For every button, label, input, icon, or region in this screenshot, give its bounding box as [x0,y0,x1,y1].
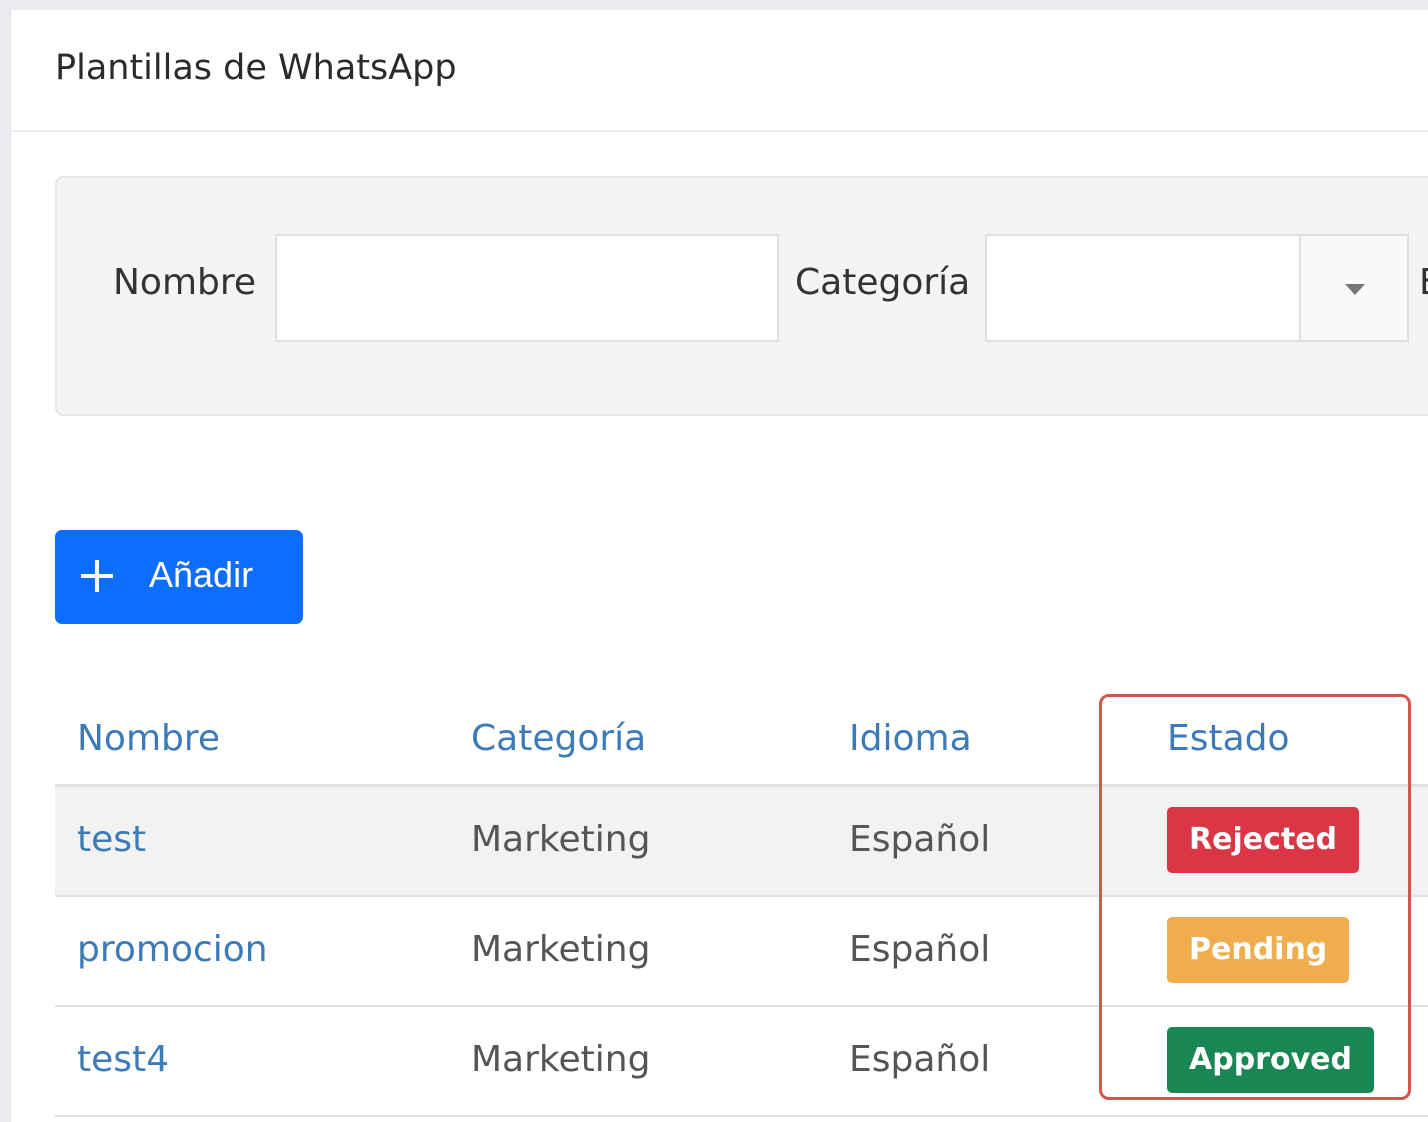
panel-header: Plantillas de WhatsApp [11,10,1428,132]
plus-icon [81,560,113,592]
templates-panel: Plantillas de WhatsApp Nombre Categoría … [10,10,1428,1122]
table-row: promocion Marketing Español Pending [55,897,1428,1007]
template-language: Español [849,819,991,860]
status-badge: Rejected [1167,807,1360,873]
template-category: Marketing [471,1039,651,1080]
template-name-link[interactable]: test [77,819,146,860]
templates-table: Nombre Categoría Idioma Estado test Mark… [55,690,1428,1117]
filter-box: Nombre Categoría E [55,176,1428,416]
template-category: Marketing [471,819,651,860]
category-filter-label: Categoría [795,262,971,303]
add-button[interactable]: Añadir [55,530,303,624]
name-filter-input[interactable] [275,234,779,342]
column-header-category[interactable]: Categoría [471,718,646,759]
template-name-link[interactable]: promocion [77,929,268,970]
category-dropdown-toggle[interactable] [1299,236,1407,340]
table-row: test Marketing Español Rejected [55,787,1428,897]
caret-down-icon [1345,284,1365,295]
category-filter-select[interactable] [985,234,1409,342]
template-category: Marketing [471,929,651,970]
next-filter-label: E [1419,262,1428,303]
name-filter-label: Nombre [113,262,257,303]
column-header-language[interactable]: Idioma [849,718,972,759]
table-row: test4 Marketing Español Approved [55,1007,1428,1117]
template-language: Español [849,1039,991,1080]
status-badge: Approved [1167,1027,1374,1093]
template-language: Español [849,929,991,970]
column-header-status[interactable]: Estado [1167,718,1290,759]
add-button-label: Añadir [149,554,254,595]
column-header-name[interactable]: Nombre [77,718,220,759]
table-header-row: Nombre Categoría Idioma Estado [55,690,1428,787]
template-name-link[interactable]: test4 [77,1039,169,1080]
status-badge: Pending [1167,917,1350,983]
page-title: Plantillas de WhatsApp [55,48,457,88]
